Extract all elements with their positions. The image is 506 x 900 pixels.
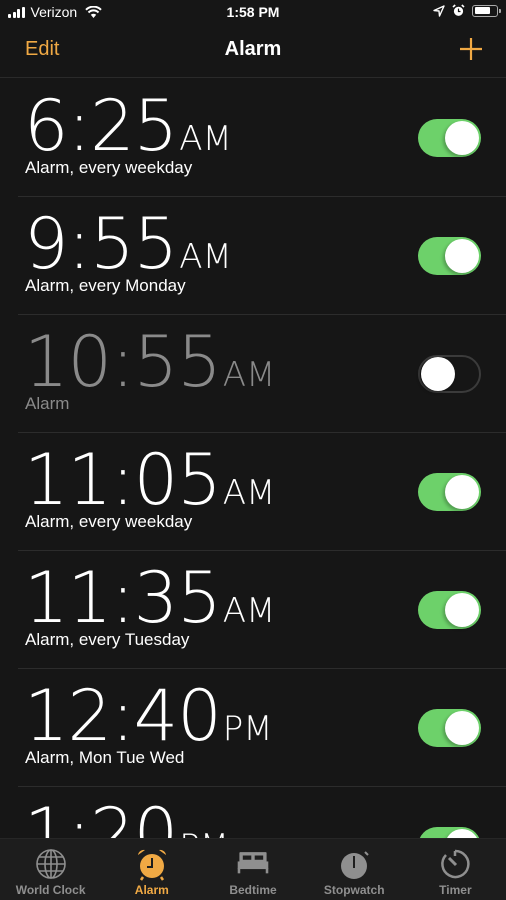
alarm-time: 11:35AM <box>24 557 275 639</box>
status-right <box>433 4 501 17</box>
alarm-label: Alarm, every Monday <box>25 276 186 295</box>
alarm-toggle[interactable] <box>418 237 481 275</box>
alarm-time: 11:05AM <box>24 439 275 521</box>
alarm-time-digits: 1:20 <box>24 793 178 839</box>
alarm-time-digits: 12:40 <box>24 675 222 757</box>
alarm-row[interactable]: 1:20PM <box>18 787 506 839</box>
alarm-label: Alarm, every weekday <box>25 512 193 531</box>
tab-label: Alarm <box>134 883 169 897</box>
tab-world-clock[interactable]: World Clock <box>0 839 101 900</box>
alarm-time: 12:40PM <box>24 675 273 757</box>
location-icon <box>433 4 445 17</box>
toggle-knob[interactable] <box>445 239 479 273</box>
tab-label: Timer <box>439 883 472 897</box>
alarm-clock-icon <box>452 4 465 16</box>
toggle-knob[interactable] <box>421 357 455 391</box>
alarm-toggle[interactable] <box>418 355 481 393</box>
alarm-time: 10:55AM <box>24 321 275 403</box>
alarm-time-digits: 11:05 <box>24 439 222 521</box>
alarm-toggle[interactable] <box>418 473 481 511</box>
toggle-knob[interactable] <box>445 121 479 155</box>
alarm-ampm: PM <box>222 709 273 749</box>
alarm-time: 6:25AM <box>24 85 232 167</box>
alarm-ampm: AM <box>179 237 232 277</box>
alarm-time: 1:20PM <box>24 793 229 839</box>
alarm-row[interactable]: 11:35AM Alarm, every Tuesday <box>18 551 506 669</box>
toggle-knob[interactable] <box>445 593 479 627</box>
stopwatch-icon <box>337 847 371 881</box>
page-title: Alarm <box>224 38 282 60</box>
status-bar: Verizon 1:58 PM <box>0 0 506 26</box>
alarm-toggle[interactable] <box>418 591 481 629</box>
tab-bedtime[interactable]: Bedtime <box>202 839 303 900</box>
alarm-row[interactable]: 12:40PM Alarm, Mon Tue Wed <box>18 669 506 787</box>
alarm-ampm: AM <box>179 119 232 159</box>
alarm-time-digits: 10:55 <box>24 321 222 403</box>
alarm-row[interactable]: 10:55AM Alarm <box>18 315 506 433</box>
alarm-label: Alarm, every Tuesday <box>25 630 190 649</box>
tab-bar: World Clock Alarm Bedtime Stopwatch Timer <box>0 838 506 900</box>
alarm-toggle[interactable] <box>418 709 481 747</box>
tab-alarm[interactable]: Alarm <box>101 839 202 900</box>
timer-icon <box>438 847 472 881</box>
tab-stopwatch[interactable]: Stopwatch <box>304 839 405 900</box>
toggle-knob[interactable] <box>445 475 479 509</box>
navigation-bar: Edit Alarm <box>0 26 506 78</box>
alarm-toggle[interactable] <box>418 119 481 157</box>
tab-timer[interactable]: Timer <box>405 839 506 900</box>
alarm-row[interactable]: 11:05AM Alarm, every weekday <box>18 433 506 551</box>
tab-label: Stopwatch <box>323 883 385 897</box>
alarm-time-digits: 11:35 <box>24 557 222 639</box>
tab-label: World Clock <box>15 883 86 897</box>
bed-icon <box>236 847 270 881</box>
globe-icon <box>34 847 68 881</box>
alarm-row[interactable]: 6:25AM Alarm, every weekday <box>18 79 506 197</box>
alarm-time-digits: 9:55 <box>24 203 178 285</box>
alarm-label: Alarm, every weekday <box>25 158 193 177</box>
alarm-ampm: AM <box>222 355 276 395</box>
alarm-time-digits: 6:25 <box>24 85 178 167</box>
alarm-list[interactable]: 6:25AM Alarm, every weekday 9:55AM Alarm… <box>0 79 506 839</box>
alarm-clock-icon <box>135 847 169 881</box>
alarm-label: Alarm <box>25 394 70 413</box>
alarm-ampm: AM <box>222 473 276 513</box>
battery-fill <box>474 7 491 14</box>
alarm-ampm: AM <box>222 591 276 631</box>
status-time: 1:58 PM <box>226 4 280 20</box>
tab-label: Bedtime <box>229 883 277 897</box>
alarm-row[interactable]: 9:55AM Alarm, every Monday <box>18 197 506 315</box>
alarm-time: 9:55AM <box>24 203 232 285</box>
toggle-knob[interactable] <box>445 711 479 745</box>
alarm-label: Alarm, Mon Tue Wed <box>25 748 185 767</box>
battery-icon <box>472 4 501 17</box>
plus-icon[interactable] <box>458 36 484 62</box>
